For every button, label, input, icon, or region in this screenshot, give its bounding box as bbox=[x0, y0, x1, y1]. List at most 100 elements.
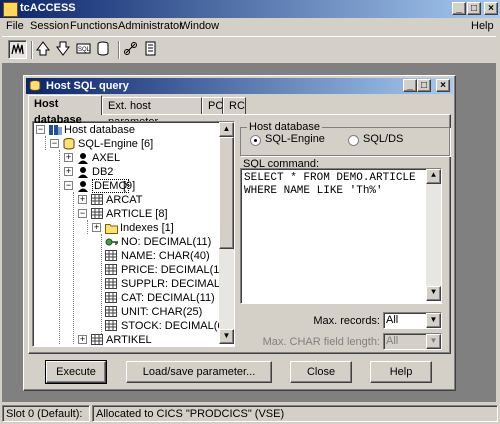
expand-icon[interactable]: + bbox=[78, 335, 87, 344]
app-icon[interactable] bbox=[3, 2, 18, 17]
collapse-icon[interactable]: − bbox=[78, 209, 87, 218]
tab-ext-host-parameter[interactable]: Ext. host parameter bbox=[102, 97, 202, 128]
sql-icon[interactable]: SQL bbox=[75, 40, 94, 59]
folder-icon bbox=[105, 224, 118, 234]
host-database-tree[interactable]: − Host database − SQL-Engine [6] + AXEL … bbox=[32, 121, 235, 347]
tree-node-sql-engine[interactable]: − SQL-Engine [6] bbox=[47, 137, 218, 151]
sql-line: WHERE NAME LIKE 'Th%' bbox=[244, 185, 383, 197]
tree-node-table[interactable]: + ARTIKEL bbox=[75, 333, 218, 346]
dialog-close-button[interactable]: × bbox=[436, 79, 450, 92]
table-icon bbox=[91, 334, 103, 345]
tree-label: ARTICLE [8] bbox=[106, 208, 168, 220]
minimize-button[interactable]: _ bbox=[452, 2, 466, 15]
tree-node-column[interactable]: SUPPLR: DECIMAL(11) bbox=[103, 277, 234, 291]
menu-session[interactable]: Session bbox=[30, 20, 69, 32]
menu-help[interactable]: Help bbox=[471, 20, 494, 32]
tree-node-user[interactable]: + AXEL bbox=[61, 151, 218, 165]
tree-node-user-demo[interactable]: − DEMO [9] bbox=[61, 179, 218, 193]
tree-node-column[interactable]: NO: DECIMAL(11) bbox=[103, 235, 218, 249]
expand-icon[interactable]: + bbox=[92, 223, 101, 232]
tree-node-column[interactable]: UNIT: CHAR(25) bbox=[103, 305, 218, 319]
close-button[interactable]: Close bbox=[290, 361, 352, 383]
scroll-up-icon[interactable]: ▲ bbox=[219, 122, 234, 137]
max-char-length-value: All bbox=[386, 335, 399, 347]
help-button[interactable]: Help bbox=[370, 361, 432, 383]
tree-scrollbar[interactable]: ▲ ▼ bbox=[219, 122, 234, 344]
toolbar-separator bbox=[118, 41, 120, 59]
radio-sql-engine-label[interactable]: SQL-Engine bbox=[265, 133, 325, 145]
tree-label: NO: DECIMAL(11) bbox=[121, 236, 212, 248]
scroll-down-icon[interactable]: ▼ bbox=[426, 286, 441, 301]
app-title: tcACCESS bbox=[20, 2, 76, 14]
user-icon bbox=[78, 167, 88, 178]
scroll-up-icon[interactable]: ▲ bbox=[426, 169, 441, 184]
user-icon bbox=[78, 181, 88, 192]
key-icon bbox=[105, 238, 118, 246]
tab-host-database[interactable]: Host database bbox=[28, 95, 102, 126]
column-icon bbox=[105, 292, 117, 303]
column-icon bbox=[105, 264, 117, 275]
column-icon bbox=[105, 306, 117, 317]
link-icon[interactable] bbox=[122, 40, 141, 59]
tree-node-column[interactable]: STOCK: DECIMAL(6) bbox=[103, 319, 227, 333]
sql-command-textarea[interactable]: SELECT * FROM DEMO.ARTICLE WHERE NAME LI… bbox=[240, 168, 442, 304]
load-save-parameter-button[interactable]: Load/save parameter... bbox=[126, 361, 272, 383]
max-char-length-label: Max. CHAR field length: bbox=[262, 336, 380, 348]
connect-icon[interactable] bbox=[8, 40, 27, 59]
radio-sql-ds-label[interactable]: SQL/DS bbox=[363, 133, 403, 145]
menu-file[interactable]: File bbox=[6, 20, 24, 32]
tree-count: [9] bbox=[123, 180, 136, 192]
maximize-button[interactable]: □ bbox=[467, 2, 481, 15]
upload-icon[interactable] bbox=[35, 40, 54, 59]
tree-node-indexes[interactable]: + Indexes [1] bbox=[89, 221, 218, 235]
database-icon bbox=[63, 138, 75, 150]
tree-node-column[interactable]: PRICE: DECIMAL(10,2) bbox=[103, 263, 234, 277]
tree-label: CAT: DECIMAL(11) bbox=[121, 292, 215, 304]
tree-label: SQL-Engine [6] bbox=[78, 138, 154, 150]
host-database-group-label: Host database bbox=[247, 121, 322, 133]
max-char-length-select: All ▼ bbox=[383, 333, 442, 350]
download-icon[interactable] bbox=[55, 40, 74, 59]
table-icon bbox=[91, 208, 103, 219]
sql-scrollbar[interactable]: ▲ ▼ bbox=[426, 169, 441, 301]
tree-label: AXEL bbox=[92, 152, 121, 164]
max-records-select[interactable]: All ▼ bbox=[383, 312, 442, 329]
expand-icon[interactable]: + bbox=[78, 195, 87, 204]
execute-button[interactable]: Execute bbox=[45, 360, 107, 384]
dialog-maximize-button[interactable]: □ bbox=[417, 79, 431, 92]
database-icon bbox=[29, 80, 41, 91]
tree-node-table-article[interactable]: − ARTICLE [8] bbox=[75, 207, 218, 221]
menu-window[interactable]: Window bbox=[180, 20, 219, 32]
tree-node-column[interactable]: NAME: CHAR(40) bbox=[103, 249, 218, 263]
close-window-button[interactable]: × bbox=[484, 2, 498, 15]
svg-text:SQL: SQL bbox=[78, 47, 91, 53]
tab-rc[interactable]: RC bbox=[223, 97, 246, 114]
menu-functions[interactable]: Functions bbox=[70, 20, 118, 32]
radio-sql-ds[interactable] bbox=[348, 135, 359, 146]
scroll-down-icon[interactable]: ▼ bbox=[219, 329, 234, 344]
tree-label: SUPPLR: DECIMAL(11) bbox=[121, 278, 235, 290]
status-slot: Slot 0 (Default): bbox=[2, 405, 90, 422]
tab-pc[interactable]: PC bbox=[202, 97, 223, 114]
tree-node-column[interactable]: CAT: DECIMAL(11) bbox=[103, 291, 218, 305]
expand-icon[interactable]: + bbox=[64, 167, 73, 176]
menu-bar: File Session Functions Administrator Win… bbox=[0, 18, 500, 35]
chevron-down-icon[interactable]: ▼ bbox=[426, 313, 441, 328]
database-icon[interactable] bbox=[95, 40, 114, 59]
tree-node-table[interactable]: + ARCAT bbox=[75, 193, 218, 207]
app-title-bar: tcACCESS _ □ × bbox=[0, 0, 500, 18]
tree-node-user[interactable]: + DB2 bbox=[61, 165, 218, 179]
document-icon[interactable] bbox=[142, 40, 161, 59]
toolbar-separator bbox=[31, 41, 33, 59]
dialog-minimize-button[interactable]: _ bbox=[403, 79, 417, 92]
collapse-icon[interactable]: − bbox=[50, 139, 59, 148]
menu-administrator[interactable]: Administrator bbox=[118, 20, 183, 32]
collapse-icon[interactable]: − bbox=[64, 181, 73, 190]
user-icon bbox=[78, 153, 88, 164]
expand-icon[interactable]: + bbox=[64, 153, 73, 162]
tree-label: UNIT: CHAR(25) bbox=[121, 306, 203, 318]
max-records-value: All bbox=[386, 314, 399, 326]
radio-sql-engine[interactable] bbox=[250, 135, 261, 146]
scroll-thumb[interactable] bbox=[219, 137, 234, 249]
chevron-down-icon: ▼ bbox=[426, 334, 441, 349]
